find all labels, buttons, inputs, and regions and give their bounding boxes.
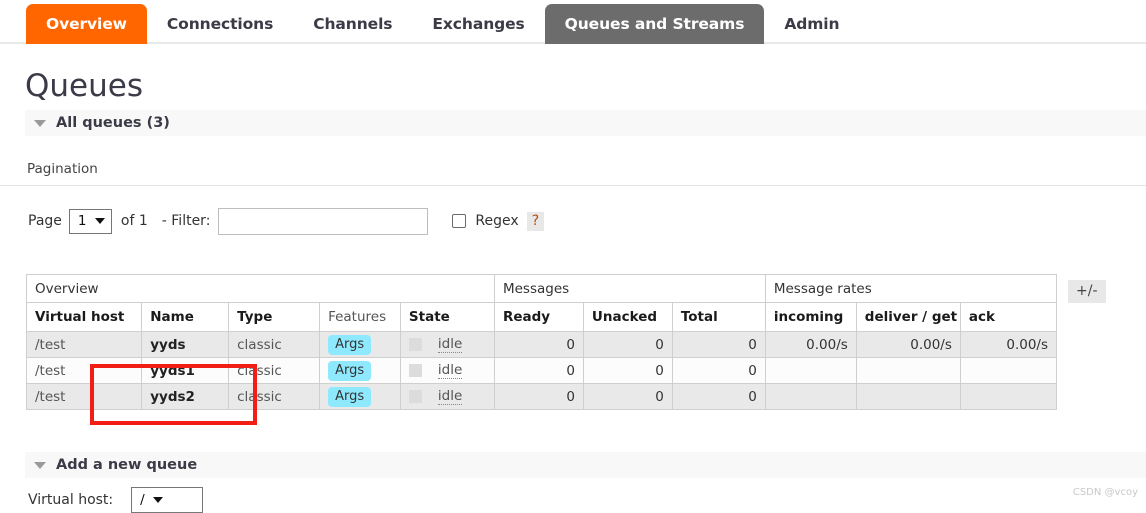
section-header-add-queue-label: Add a new queue: [56, 457, 198, 473]
chevron-down-icon: [94, 218, 105, 224]
state-label: idle: [437, 336, 463, 353]
state-square-icon: [408, 390, 422, 403]
cell-incoming-rate: [764, 357, 857, 384]
cell-ready: 0: [493, 331, 584, 358]
state-indicator: idle: [408, 362, 486, 379]
table-column-header-virtual-host[interactable]: Virtual host: [25, 302, 143, 332]
cell-total: 0: [671, 357, 766, 384]
state-label: idle: [437, 362, 463, 379]
state-indicator: idle: [408, 336, 486, 353]
chevron-down-icon: [34, 119, 46, 127]
state-square-icon: [408, 338, 422, 351]
state-square-icon: [408, 364, 422, 377]
table-group-header: Messages: [493, 274, 766, 303]
nav-tab-list: Overview Connections Channels Exchanges Queu…: [26, 4, 859, 44]
cell-ready: 0: [493, 383, 584, 410]
queues-table: Overview Messages Message rates Virtual ho…: [25, 274, 1058, 410]
nav-tab-connections[interactable]: Connections: [147, 4, 293, 44]
cell-queue-name[interactable]: yyds: [141, 331, 230, 358]
table-column-header-total[interactable]: Total: [671, 302, 766, 332]
cell-features: Args: [319, 331, 401, 358]
pagination-divider: [0, 185, 1146, 186]
nav-tab-channels[interactable]: Channels: [293, 4, 412, 44]
filter-input[interactable]: [218, 207, 429, 235]
table-group-header: Overview: [26, 274, 495, 303]
pagination-heading: Pagination: [27, 161, 98, 177]
table-column-header-type[interactable]: Type: [228, 302, 321, 332]
args-badge[interactable]: Args: [328, 360, 372, 381]
nav-tab-queues-and-streams[interactable]: Queues and Streams: [544, 4, 765, 44]
page-total-label: of 1: [120, 213, 148, 229]
cell-unacked: 0: [582, 357, 673, 384]
cell-incoming-rate: 0.00/s: [764, 331, 857, 358]
page-title: Queues: [25, 68, 143, 104]
pagination-controls: Page 1 of 1 - Filter: Regex ?: [28, 207, 545, 235]
table-column-header-row: Virtual host Name Type Features State Ready Un…: [25, 302, 1058, 332]
table-column-header-features: Features: [319, 302, 401, 332]
cell-ack-rate: [959, 383, 1058, 410]
table-column-header-deliver-get[interactable]: deliver / get: [855, 302, 961, 332]
page-label: Page: [28, 213, 62, 229]
filter-label: - Filter:: [161, 213, 211, 229]
cell-queue-type: classic: [228, 331, 321, 358]
cell-unacked: 0: [582, 383, 673, 410]
page-number-select[interactable]: 1: [68, 208, 112, 234]
args-badge[interactable]: Args: [328, 334, 372, 355]
cell-virtual-host: /test: [25, 383, 143, 410]
nav-tab-admin[interactable]: Admin: [764, 4, 859, 44]
chevron-down-icon: [152, 497, 163, 503]
table-row: /test yyds classic Args idle 0 0 0 0.00/s 0.00/s 0…: [25, 331, 1058, 358]
regex-help-link[interactable]: ?: [526, 211, 545, 231]
toggle-columns-button[interactable]: +/-: [1068, 280, 1106, 303]
cell-deliver-get-rate: [855, 383, 961, 410]
state-indicator: idle: [408, 388, 486, 405]
table-row: /test yyds2 classic Args idle 0 0 0: [25, 383, 1058, 410]
section-header-all-queues-label: All queues (3): [56, 115, 170, 131]
cell-queue-name[interactable]: yyds2: [141, 383, 230, 410]
page-number-select-value: 1: [77, 213, 87, 229]
table-column-header-name[interactable]: Name: [141, 302, 230, 332]
nav-tab-overview[interactable]: Overview: [26, 4, 147, 44]
cell-total: 0: [671, 331, 766, 358]
cell-ready: 0: [493, 357, 584, 384]
chevron-down-icon: [34, 461, 46, 469]
regex-checkbox[interactable]: [452, 214, 467, 228]
cell-deliver-get-rate: 0.00/s: [855, 331, 961, 358]
add-queue-form: Virtual host: /: [28, 487, 204, 513]
cell-features: Args: [319, 357, 401, 384]
virtual-host-select[interactable]: /: [131, 487, 204, 513]
table-column-header-ready[interactable]: Ready: [493, 302, 584, 332]
table-column-header-state[interactable]: State: [399, 302, 495, 332]
cell-total: 0: [671, 383, 766, 410]
state-label: idle: [437, 388, 463, 405]
cell-incoming-rate: [764, 383, 857, 410]
cell-ack-rate: 0.00/s: [959, 331, 1058, 358]
table-column-header-unacked[interactable]: Unacked: [582, 302, 673, 332]
cell-unacked: 0: [582, 331, 673, 358]
cell-virtual-host: /test: [25, 331, 143, 358]
cell-queue-name[interactable]: yyds1: [141, 357, 230, 384]
section-header-add-queue[interactable]: Add a new queue: [25, 452, 1146, 478]
nav-tab-exchanges[interactable]: Exchanges: [412, 4, 544, 44]
cell-state: idle: [399, 383, 495, 410]
args-badge[interactable]: Args: [328, 386, 372, 407]
table-row: /test yyds1 classic Args idle 0 0 0: [25, 357, 1058, 384]
section-header-all-queues[interactable]: All queues (3): [25, 110, 1146, 136]
table-column-header-ack[interactable]: ack: [959, 302, 1058, 332]
cell-features: Args: [319, 383, 401, 410]
cell-queue-type: classic: [228, 357, 321, 384]
cell-ack-rate: [959, 357, 1058, 384]
watermark: CSDN @vcoy: [1072, 487, 1138, 498]
cell-state: idle: [399, 357, 495, 384]
table-column-header-incoming[interactable]: incoming: [764, 302, 857, 332]
cell-state: idle: [399, 331, 495, 358]
regex-label: Regex: [475, 213, 519, 229]
cell-queue-type: classic: [228, 383, 321, 410]
cell-deliver-get-rate: [855, 357, 961, 384]
table-group-header: Message rates: [764, 274, 1058, 303]
table-group-header-row: Overview Messages Message rates: [26, 274, 1058, 303]
main-navigation: Overview Connections Channels Exchanges Queu…: [0, 0, 1146, 44]
cell-virtual-host: /test: [25, 357, 143, 384]
